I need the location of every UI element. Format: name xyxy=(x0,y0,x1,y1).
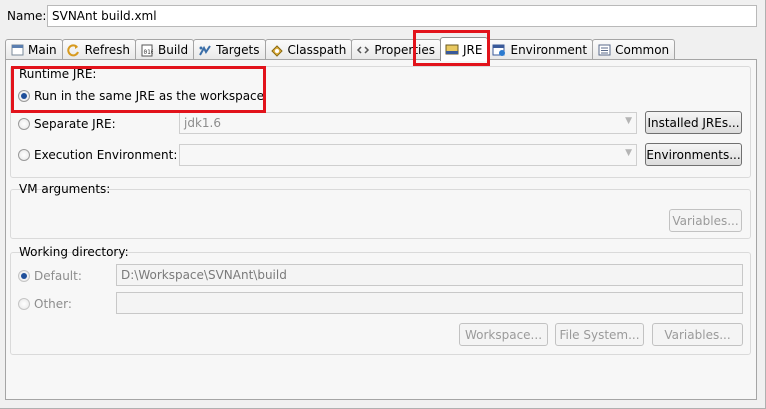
radio-selected-indicator xyxy=(18,270,30,282)
tab-label: JRE xyxy=(463,42,483,57)
environment-icon xyxy=(492,44,506,57)
tab-label: Classpath xyxy=(287,43,347,57)
file-system-button[interactable]: File System... xyxy=(555,323,644,346)
tab-bar: Main Refresh 010 Build Targets Classpath… xyxy=(5,37,676,61)
tab-label: Environment xyxy=(510,43,588,57)
chevron-down-icon: ▼ xyxy=(625,148,632,158)
tab-label: Refresh xyxy=(84,43,130,57)
tab-main[interactable]: Main xyxy=(5,39,63,60)
chevron-down-icon: ▼ xyxy=(625,116,632,126)
wd-variables-button[interactable]: Variables... xyxy=(652,323,743,346)
radio-indicator xyxy=(18,118,30,130)
same-jre-label: Run in the same JRE as the workspace xyxy=(34,89,265,103)
same-jre-radio[interactable]: Run in the same JRE as the workspace xyxy=(18,89,264,103)
workspace-button[interactable]: Workspace... xyxy=(459,323,548,346)
separate-jre-radio[interactable]: Separate JRE: xyxy=(18,117,116,131)
separate-jre-value: jdk1.6 xyxy=(184,116,221,130)
radio-selected-indicator xyxy=(18,90,30,102)
other-directory-label: Other: xyxy=(34,297,72,311)
refresh-icon xyxy=(67,43,81,57)
other-directory-radio[interactable]: Other: xyxy=(18,297,72,311)
working-directory-title: Working directory: xyxy=(19,245,129,259)
tab-refresh[interactable]: Refresh xyxy=(61,39,136,60)
tab-common[interactable]: Common xyxy=(592,39,676,60)
classpath-icon xyxy=(270,44,284,57)
default-directory-radio[interactable]: Default: xyxy=(18,269,82,283)
name-label: Name: xyxy=(7,9,47,23)
other-directory-field[interactable] xyxy=(116,292,743,314)
default-directory-field[interactable]: D:\Workspace\SVNAnt\build xyxy=(116,264,743,286)
common-icon xyxy=(597,44,611,57)
tab-targets[interactable]: Targets xyxy=(193,39,266,60)
default-directory-label: Default: xyxy=(34,269,82,283)
tab-label: Properties xyxy=(374,43,436,57)
execution-environment-radio[interactable]: Execution Environment: xyxy=(18,148,177,162)
tab-jre[interactable]: JRE xyxy=(440,37,489,61)
vm-arguments-title: VM arguments: xyxy=(19,182,111,196)
build-icon: 010 xyxy=(140,44,154,57)
radio-indicator xyxy=(18,149,30,161)
targets-icon xyxy=(198,44,212,57)
installed-jres-button[interactable]: Installed JREs... xyxy=(645,111,742,134)
separate-jre-label: Separate JRE: xyxy=(34,117,116,131)
tab-build[interactable]: 010 Build xyxy=(134,39,195,60)
tab-environment[interactable]: Environment xyxy=(487,39,594,60)
execution-environment-combo[interactable]: ▼ xyxy=(179,144,637,166)
environments-button[interactable]: Environments... xyxy=(645,143,742,166)
separate-jre-combo[interactable]: jdk1.6 ▼ xyxy=(179,112,637,134)
vm-arguments-textarea[interactable] xyxy=(18,199,658,227)
tab-label: Main xyxy=(28,43,57,57)
tab-label: Build xyxy=(157,43,189,57)
tab-classpath[interactable]: Classpath xyxy=(264,39,353,60)
runtime-jre-title: Runtime JRE: xyxy=(19,67,97,81)
svg-text:010: 010 xyxy=(143,49,153,56)
radio-indicator xyxy=(18,298,30,310)
main-icon xyxy=(10,44,24,57)
tab-label: Targets xyxy=(216,43,260,57)
execution-environment-label: Execution Environment: xyxy=(34,148,178,162)
name-input[interactable]: SVNAnt build.xml xyxy=(47,5,757,27)
tab-label: Common xyxy=(615,43,670,57)
properties-icon xyxy=(356,44,370,57)
jre-icon xyxy=(445,43,459,56)
vm-variables-button[interactable]: Variables... xyxy=(669,209,742,232)
tab-properties[interactable]: Properties xyxy=(351,39,442,60)
